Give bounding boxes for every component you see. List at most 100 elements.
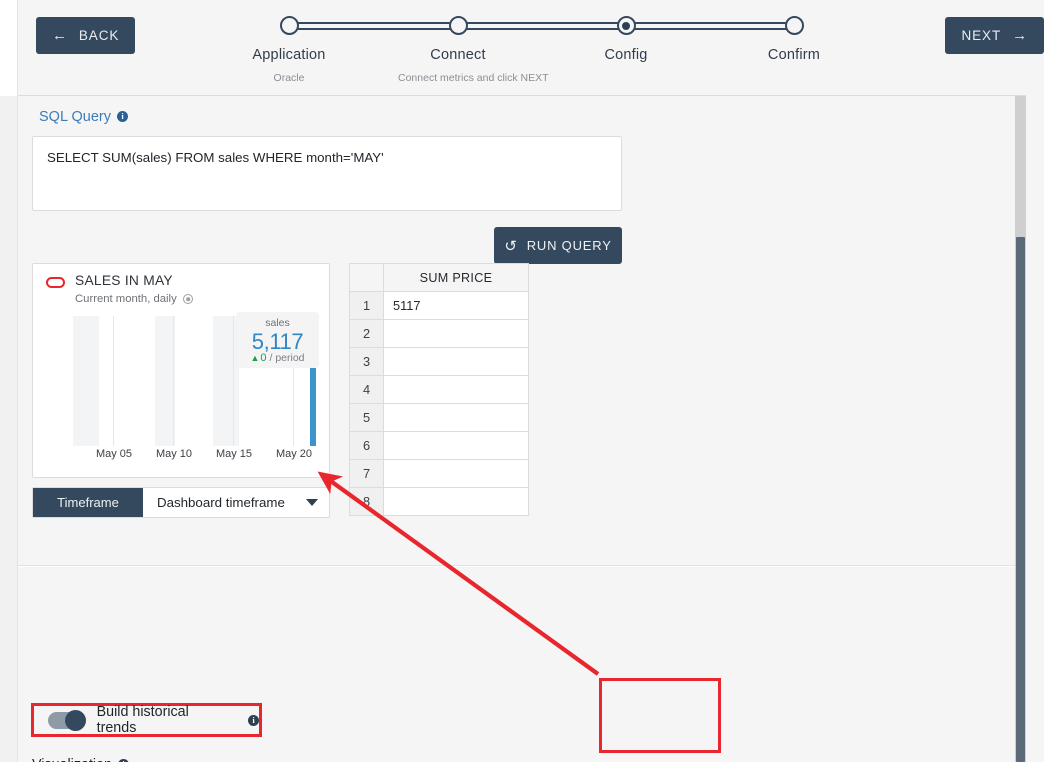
chart-tooltip: sales 5,117 ▲ 0 / period [236,312,319,368]
step-connect-dot[interactable] [448,16,468,35]
x-tick-label: May 20 [275,448,313,460]
back-button[interactable]: ← BACK [36,17,136,54]
tooltip-series-name: sales [265,317,290,329]
query-results-table: SUM PRICE 1 5117 2 3 4 5 6 7 8 [349,263,529,516]
config-body: SQL Query i ↺ RUN QUERY SALES IN MAY Curr… [18,96,1026,762]
chart-bar-sales[interactable] [310,368,316,446]
query-panel: SQL Query i ↺ RUN QUERY SALES IN MAY Curr… [18,96,1015,566]
table-row[interactable]: 3 [349,347,529,376]
row-sum-price [383,431,529,460]
x-tick-label: May 15 [215,448,253,460]
timeframe-select[interactable]: Dashboard timeframe [143,488,329,517]
step-confirm-label: Confirm [767,47,821,63]
step-config[interactable]: Config [566,8,686,72]
table-header-sum-price: SUM PRICE [383,263,529,292]
table-row[interactable]: 4 [349,375,529,404]
target-icon[interactable] [183,294,193,304]
step-config-dot[interactable] [616,16,636,35]
step-connect-label: Connect [430,47,486,63]
timeframe-label[interactable]: Timeframe [33,488,143,517]
table-row[interactable]: 5 [349,403,529,432]
step-connect-sub: Connect metrics and click NEXT [398,72,549,84]
wizard-header: ← BACK NEXT → Application Oracle Connect… [18,0,1044,96]
vertical-scrollbar-track[interactable] [1015,96,1026,762]
chart-gridline [173,316,174,446]
oval-outline-icon [46,277,65,288]
toggle-knob [64,709,86,731]
chart-gridline [233,316,234,446]
row-sum-price [383,459,529,488]
row-index: 2 [349,319,384,348]
build-historical-trends-toggle[interactable] [48,709,86,731]
chart-preview-subtitle: Current month, daily [75,293,177,305]
visualization-panel: Build historical trends i Visualizationi… [18,567,1015,762]
arrow-left-icon: ← [52,27,68,44]
row-sum-price [383,403,529,432]
back-button-label: BACK [78,28,120,43]
row-sum-price [383,319,529,348]
visualization-label-text: Visualization [32,757,112,762]
step-config-label: Config [604,47,648,63]
row-index: 1 [349,291,384,320]
stepper-track [290,22,796,30]
row-sum-price [383,375,529,404]
timeframe-control: Timeframe Dashboard timeframe [32,487,330,518]
tooltip-delta: 0 [260,352,267,365]
build-historical-trends-info-icon[interactable]: i [248,714,259,726]
chart-x-axis: May 05 May 10 May 15 May 20 [33,448,331,466]
wizard-stepper: Application Oracle Connect Connect metri… [252,8,820,94]
tooltip-value: 5,117 [251,329,304,354]
visualization-section-label: Visualizationi [32,757,130,762]
run-query-button-label: RUN QUERY [526,238,612,253]
chart-preview-card[interactable]: SALES IN MAY Current month, daily sales … [32,263,330,478]
row-index: 8 [349,487,384,516]
x-tick-label: May 10 [155,448,193,460]
table-header-row: SUM PRICE [349,263,529,292]
step-confirm-dot[interactable] [784,16,804,35]
build-historical-trends-label: Build historical trends [96,704,189,736]
table-row[interactable]: 6 [349,431,529,460]
table-header-index [349,263,384,292]
build-historical-trends-row[interactable]: Build historical trends i [31,703,262,737]
x-tick-label: May 05 [95,448,133,460]
sql-query-info-icon[interactable]: i [117,111,128,122]
left-rail-lower [0,96,18,762]
chevron-down-icon [306,499,318,506]
row-sum-price [383,347,529,376]
chart-band [73,316,99,446]
chart-gridline [113,316,114,446]
chart-preview-title: SALES IN MAY [75,273,173,288]
vertical-scrollbar-thumb[interactable] [1016,237,1025,762]
triangle-up-icon: ▲ [250,353,260,364]
row-sum-price [383,487,529,516]
timeframe-selected-value: Dashboard timeframe [157,495,285,510]
table-row[interactable]: 1 5117 [349,291,529,320]
row-index: 4 [349,375,384,404]
step-application[interactable]: Application Oracle [229,8,349,84]
table-row[interactable]: 2 [349,319,529,348]
row-sum-price: 5117 [383,291,529,320]
row-index: 5 [349,403,384,432]
arrow-right-icon: → [1012,27,1028,44]
sql-query-label-text: SQL Query [39,109,111,125]
step-connect[interactable]: Connect Connect metrics and click NEXT [398,8,549,84]
app-root: ← BACK NEXT → Application Oracle Connect… [0,0,1044,762]
chart-band [155,316,175,446]
row-index: 3 [349,347,384,376]
tooltip-period: / period [269,352,305,365]
sql-query-section-label: SQL Query i [39,109,128,125]
refresh-icon: ↺ [504,237,518,255]
row-index: 6 [349,431,384,460]
next-button-label: NEXT [961,28,1002,43]
table-row[interactable]: 8 [349,487,529,516]
step-confirm[interactable]: Confirm [734,8,854,72]
step-application-sub: Oracle [273,72,305,84]
run-query-button[interactable]: ↺ RUN QUERY [494,227,622,264]
table-row[interactable]: 7 [349,459,529,488]
row-index: 7 [349,459,384,488]
tooltip-delta-row: ▲ 0 / period [250,352,304,364]
next-button[interactable]: NEXT → [945,17,1044,54]
step-application-dot[interactable] [279,16,299,35]
sql-query-input[interactable] [32,136,622,211]
step-application-label: Application [252,47,326,63]
